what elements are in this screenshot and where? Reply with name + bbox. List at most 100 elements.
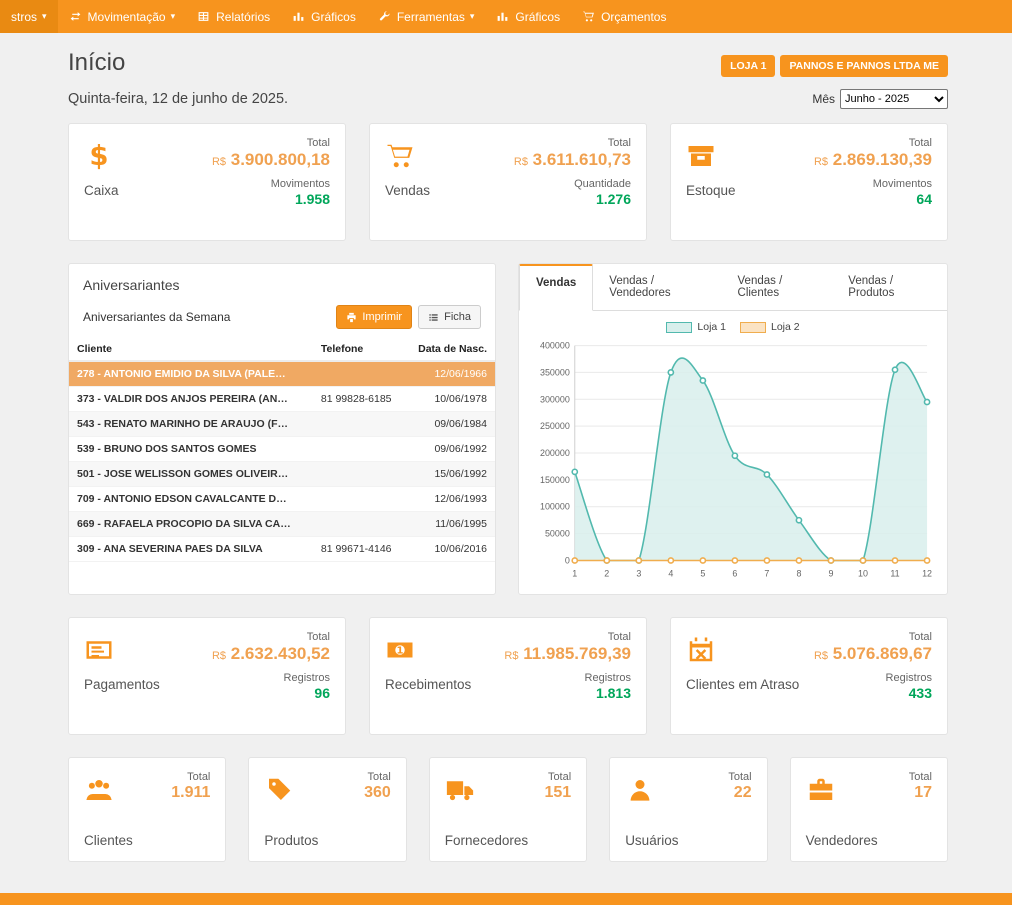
birthday-row[interactable]: 543 - RENATO MARINHO DE ARAUJO (F…09/06/… — [69, 412, 495, 437]
bar-chart-icon — [496, 10, 509, 23]
tab-vendas-clientes[interactable]: Vendas / Clientes — [722, 264, 833, 310]
tab-vendas[interactable]: Vendas — [519, 264, 593, 311]
stat-card-clientes-em-atraso[interactable]: Clientes em AtrasoTotalR$ 5.076.869,67Re… — [670, 617, 948, 735]
current-date: Quinta-feira, 12 de junho de 2025. — [68, 91, 288, 107]
col-cliente: Cliente — [69, 338, 313, 361]
truck-icon — [445, 775, 475, 805]
count-card-clientes[interactable]: Total1.911Clientes — [68, 757, 226, 862]
count-value: 151 — [544, 784, 571, 802]
stat-card-vendas[interactable]: VendasTotalR$ 3.611.610,73Quantidade1.27… — [369, 123, 647, 241]
sub-label: Quantidade — [514, 178, 631, 190]
birthday-row[interactable]: 373 - VALDIR DOS ANJOS PEREIRA (AN…81 99… — [69, 387, 495, 412]
nav-item-graficos[interactable]: Gráficos — [281, 0, 367, 33]
nav-item-stros[interactable]: stros▾ — [0, 0, 58, 33]
chart-legend: Loja 1Loja 2 — [529, 321, 937, 333]
caret-down-icon: ▾ — [470, 11, 475, 22]
total-label: Total — [504, 631, 631, 643]
chart-tabs: VendasVendas / VendedoresVendas / Client… — [519, 264, 947, 311]
store-badge[interactable]: LOJA 1 — [721, 55, 775, 77]
nav-item-graficos[interactable]: Gráficos — [485, 0, 571, 33]
birthdays-title: Aniversariantes — [69, 264, 495, 301]
ficha-button[interactable]: Ficha — [418, 305, 481, 329]
money-icon — [385, 635, 415, 665]
svg-text:5: 5 — [700, 568, 705, 578]
total-label: Total — [544, 771, 571, 783]
svg-text:6: 6 — [732, 568, 737, 578]
count-card-usuarios[interactable]: Total22Usuários — [609, 757, 767, 862]
sub-label: Movimentos — [212, 178, 330, 190]
birthday-row[interactable]: 709 - ANTONIO EDSON CAVALCANTE D…12/06/1… — [69, 487, 495, 512]
list-icon — [428, 312, 439, 323]
svg-text:4: 4 — [668, 568, 673, 578]
nav-item-movimentacao[interactable]: Movimentação▾ — [58, 0, 187, 33]
total-value: R$ 3.611.610,73 — [514, 150, 631, 170]
birthday-row[interactable]: 278 - ANTONIO EMIDIO DA SILVA (PALE…12/0… — [69, 361, 495, 387]
svg-text:8: 8 — [796, 568, 801, 578]
birthday-row[interactable]: 669 - RAFAELA PROCOPIO DA SILVA CA…11/06… — [69, 512, 495, 537]
tab-vendas-vendedores[interactable]: Vendas / Vendedores — [593, 264, 721, 310]
svg-text:100000: 100000 — [540, 502, 570, 512]
svg-text:50000: 50000 — [545, 529, 570, 539]
svg-text:200000: 200000 — [540, 448, 570, 458]
nav-item-relatorios[interactable]: Relatórios — [186, 0, 281, 33]
briefcase-icon — [806, 775, 836, 805]
count-card-produtos[interactable]: Total360Produtos — [248, 757, 406, 862]
cart-icon — [582, 10, 595, 23]
legend-swatch — [740, 322, 766, 333]
nav-item-ferramentas[interactable]: Ferramentas▾ — [367, 0, 486, 33]
nav-item-orcamentos[interactable]: Orçamentos — [571, 0, 677, 33]
dashboard-page: Início LOJA 1 PANNOS E PANNOS LTDA ME Qu… — [68, 33, 948, 862]
total-label: Total — [364, 771, 391, 783]
birthdays-table: Cliente Telefone Data de Nasc. 278 - ANT… — [69, 338, 495, 562]
printer-icon — [346, 312, 357, 323]
birthdays-panel: Aniversariantes Aniversariantes da Seman… — [68, 263, 496, 595]
count-value: 22 — [728, 784, 751, 802]
svg-text:0: 0 — [565, 555, 570, 565]
bar-chart-icon — [292, 10, 305, 23]
count-card-vendedores[interactable]: Total17Vendedores — [790, 757, 948, 862]
svg-text:2: 2 — [604, 568, 609, 578]
sales-area-chart: 0500001000001500002000002500003000003500… — [529, 337, 937, 585]
exchange-icon — [69, 10, 82, 23]
footer-bar — [0, 893, 1012, 905]
total-value: R$ 3.900.800,18 — [212, 150, 330, 170]
page-title: Início — [68, 49, 125, 77]
count-card-fornecedores[interactable]: Total151Fornecedores — [429, 757, 587, 862]
stat-card-pagamentos[interactable]: PagamentosTotalR$ 2.632.430,52Registros9… — [68, 617, 346, 735]
total-label: Total — [909, 771, 932, 783]
birthday-row[interactable]: 539 - BRUNO DOS SANTOS GOMES09/06/1992 — [69, 437, 495, 462]
svg-text:11: 11 — [890, 568, 899, 578]
total-label: Total — [212, 137, 330, 149]
count-value: 360 — [364, 784, 391, 802]
table-icon — [197, 10, 210, 23]
wrench-icon — [378, 10, 391, 23]
month-select[interactable]: Junho - 2025 — [840, 89, 948, 109]
svg-text:9: 9 — [828, 568, 833, 578]
svg-text:3: 3 — [636, 568, 641, 578]
svg-text:350000: 350000 — [540, 367, 570, 377]
svg-text:1: 1 — [572, 568, 577, 578]
sub-value: 1.958 — [212, 191, 330, 207]
svg-text:400000: 400000 — [540, 341, 570, 351]
top-navbar: stros▾Movimentação▾RelatóriosGráficosFer… — [0, 0, 1012, 33]
birthday-row[interactable]: 309 - ANA SEVERINA PAES DA SILVA81 99671… — [69, 537, 495, 562]
company-badge[interactable]: PANNOS E PANNOS LTDA ME — [780, 55, 948, 77]
tab-vendas-produtos[interactable]: Vendas / Produtos — [832, 264, 947, 310]
print-button[interactable]: Imprimir — [336, 305, 412, 329]
stat-card-estoque[interactable]: EstoqueTotalR$ 2.869.130,39Movimentos64 — [670, 123, 948, 241]
legend-item: Loja 2 — [740, 321, 800, 333]
total-label: Total — [171, 771, 210, 783]
total-value: R$ 11.985.769,39 — [504, 644, 631, 664]
sub-label: Movimentos — [814, 178, 932, 190]
birthday-row[interactable]: 501 - JOSE WELISSON GOMES OLIVEIR…15/06/… — [69, 462, 495, 487]
total-label: Total — [728, 771, 751, 783]
sub-value: 64 — [814, 191, 932, 207]
stat-card-caixa[interactable]: CaixaTotalR$ 3.900.800,18Movimentos1.958 — [68, 123, 346, 241]
sub-value: 96 — [212, 685, 330, 701]
card-icon — [84, 635, 114, 665]
stats-row-3: Total1.911ClientesTotal360ProdutosTotal1… — [68, 757, 948, 862]
total-label: Total — [212, 631, 330, 643]
stat-card-recebimentos[interactable]: RecebimentosTotalR$ 11.985.769,39Registr… — [369, 617, 647, 735]
svg-text:150000: 150000 — [540, 475, 570, 485]
total-value: R$ 2.632.430,52 — [212, 644, 330, 664]
